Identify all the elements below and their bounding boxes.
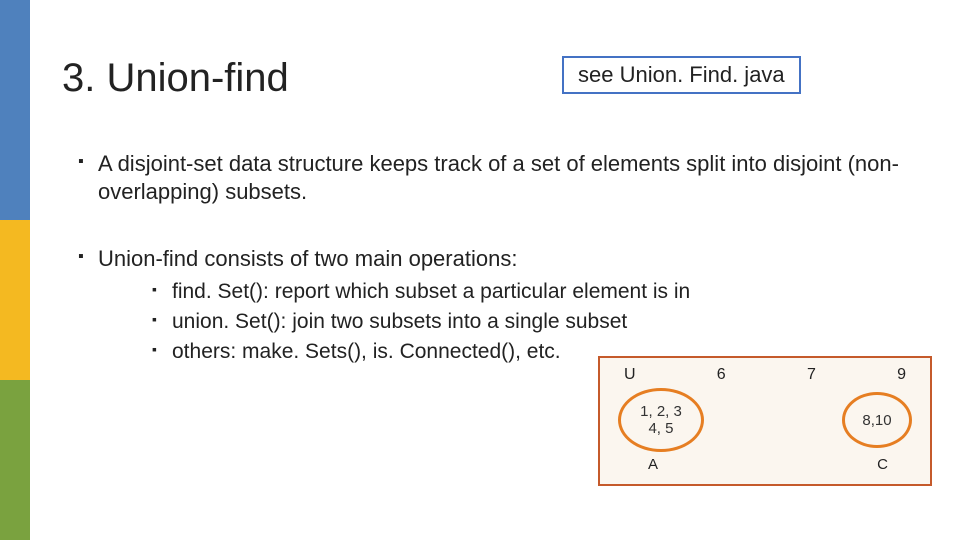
bullet-operations-text: Union-find consists of two main operatio… <box>98 246 517 271</box>
diagram-circles: 1, 2, 3 4, 5 8,10 <box>614 388 916 452</box>
sidebar-green <box>0 380 30 540</box>
diagram-circle-a: 1, 2, 3 4, 5 <box>618 388 704 452</box>
diagram-top-labels: U 6 7 9 <box>614 366 916 384</box>
diagram-label-7: 7 <box>807 366 816 384</box>
diagram-label-u: U <box>624 366 636 384</box>
sidebar-decoration <box>0 0 30 540</box>
diagram-bottom-labels: A C <box>614 456 916 473</box>
diagram-label-c: C <box>877 456 888 473</box>
diagram-label-9: 9 <box>897 366 906 384</box>
circle-a-line2: 4, 5 <box>640 420 682 437</box>
sub-bullets: find. Set(): report which subset a parti… <box>152 279 920 366</box>
slide: 3. Union-find see Union. Find. java A di… <box>0 0 960 540</box>
diagram-circle-c: 8,10 <box>842 392 912 448</box>
bullet-disjoint-set: A disjoint-set data structure keeps trac… <box>78 150 920 205</box>
sub-bullet-unionset: union. Set(): join two subsets into a si… <box>152 309 920 335</box>
diagram-label-6: 6 <box>717 366 726 384</box>
bullet-operations: Union-find consists of two main operatio… <box>78 245 920 365</box>
set-diagram: U 6 7 9 1, 2, 3 4, 5 8,10 A C <box>598 356 932 486</box>
diagram-label-a: A <box>648 456 658 473</box>
slide-title: 3. Union-find <box>62 56 289 101</box>
sidebar-yellow <box>0 220 30 400</box>
circle-c-content: 8,10 <box>862 412 891 429</box>
reference-box: see Union. Find. java <box>562 56 801 94</box>
sub-bullet-findset: find. Set(): report which subset a parti… <box>152 279 920 305</box>
circle-a-line1: 1, 2, 3 <box>640 403 682 420</box>
